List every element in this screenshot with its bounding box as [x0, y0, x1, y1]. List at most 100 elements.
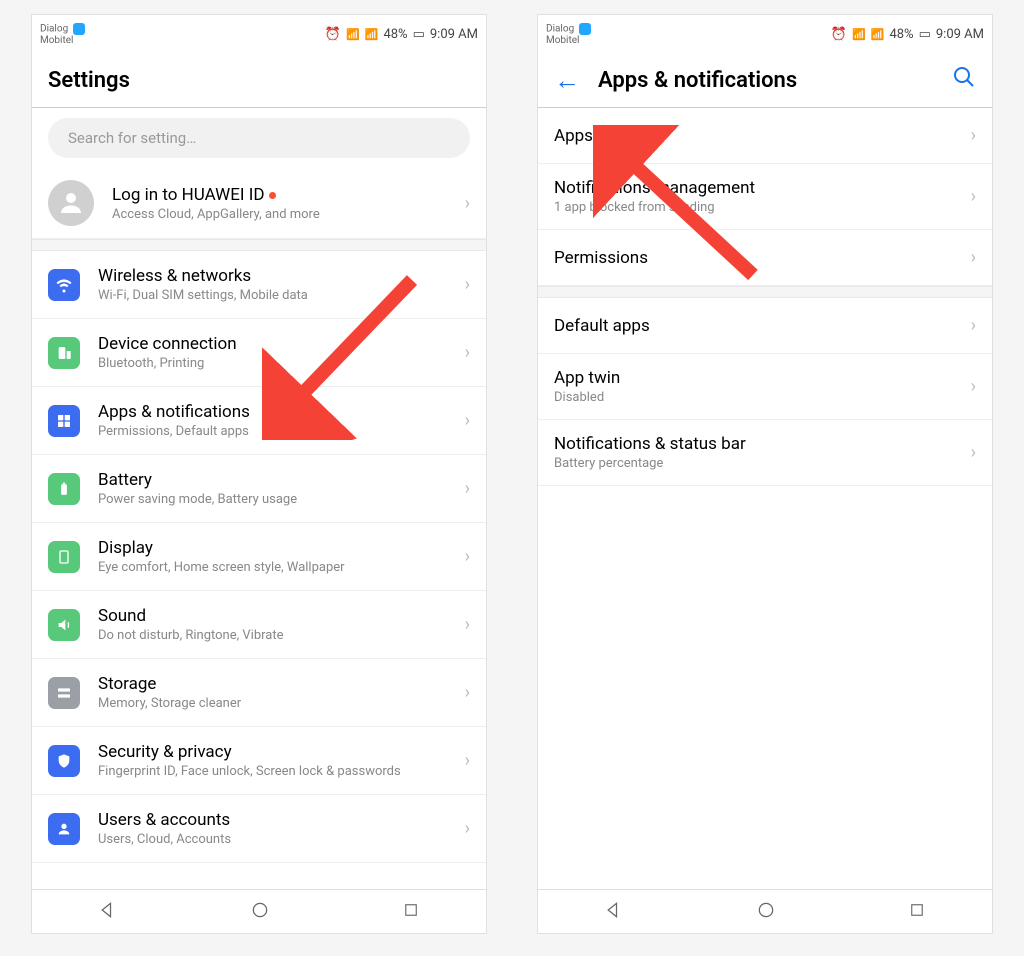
storage-icon: [48, 677, 80, 709]
huawei-id-row[interactable]: Log in to HUAWEI ID Access Cloud, AppGal…: [32, 168, 486, 239]
row-notifications-status-bar[interactable]: Notifications & status bar Battery perce…: [538, 420, 992, 486]
battery-icon: [48, 473, 80, 505]
carrier-1: Dialog: [546, 23, 574, 34]
status-bar: Dialog Mobitel ⏰ 📶 📶 48% ▭ 9:09 AM: [32, 15, 486, 53]
row-sub: Users, Cloud, Accounts: [98, 832, 465, 847]
chevron-right-icon: ›: [465, 478, 470, 499]
row-title: Display: [98, 538, 465, 558]
back-arrow-icon[interactable]: ←: [554, 65, 580, 96]
users-icon: [48, 813, 80, 845]
page-title: Settings: [48, 68, 130, 93]
row-title: Security & privacy: [98, 742, 465, 762]
nav-back-icon[interactable]: [98, 900, 118, 924]
row-title: Apps: [554, 126, 971, 146]
device-icon: [48, 337, 80, 369]
row-sub: Battery percentage: [554, 456, 971, 471]
row-storage[interactable]: Storage Memory, Storage cleaner ›: [32, 659, 486, 727]
row-title: Apps & notifications: [98, 402, 465, 422]
search-input[interactable]: Search for setting…: [48, 118, 470, 158]
row-title: Device connection: [98, 334, 465, 354]
chevron-right-icon: ›: [465, 546, 470, 567]
signal-icon: 📶: [346, 28, 360, 41]
battery-pct: 48%: [889, 27, 913, 42]
row-device-connection[interactable]: Device connection Bluetooth, Printing ›: [32, 319, 486, 387]
carrier-2: Mobitel: [546, 35, 591, 46]
chevron-right-icon: ›: [465, 750, 470, 771]
alarm-icon: ⏰: [325, 27, 341, 42]
sound-icon: [48, 609, 80, 641]
row-title: Battery: [98, 470, 465, 490]
shield-icon: [48, 745, 80, 777]
row-title: App twin: [554, 368, 971, 388]
chevron-right-icon: ›: [465, 193, 470, 214]
row-sub: Do not disturb, Ringtone, Vibrate: [98, 628, 465, 643]
nav-home-icon[interactable]: [250, 900, 270, 924]
chevron-right-icon: ›: [971, 186, 976, 207]
row-permissions[interactable]: Permissions ›: [538, 230, 992, 286]
row-notifications-management[interactable]: Notifications management 1 app blocked f…: [538, 164, 992, 230]
row-title: Sound: [98, 606, 465, 626]
row-sub: Power saving mode, Battery usage: [98, 492, 465, 507]
huawei-id-sub: Access Cloud, AppGallery, and more: [112, 207, 465, 222]
chevron-right-icon: ›: [971, 125, 976, 146]
chevron-right-icon: ›: [971, 247, 976, 268]
search-placeholder: Search for setting…: [68, 129, 196, 147]
status-bar: Dialog Mobitel ⏰ 📶 📶 48% ▭ 9:09 AM: [538, 15, 992, 53]
carrier-1: Dialog: [40, 23, 68, 34]
row-title: Storage: [98, 674, 465, 694]
section-divider: [32, 239, 486, 251]
chevron-right-icon: ›: [971, 442, 976, 463]
notification-indicator-icon: [73, 23, 85, 35]
alarm-icon: ⏰: [831, 27, 847, 42]
chevron-right-icon: ›: [465, 410, 470, 431]
row-title: Users & accounts: [98, 810, 465, 830]
chevron-right-icon: ›: [465, 614, 470, 635]
nav-recent-icon[interactable]: [402, 901, 420, 923]
row-users-accounts[interactable]: Users & accounts Users, Cloud, Accounts …: [32, 795, 486, 863]
nav-bar: [538, 889, 992, 933]
apps-list-group-2: Default apps › App twin Disabled › Notif…: [538, 298, 992, 486]
clock-time: 9:09 AM: [430, 27, 478, 42]
row-sound[interactable]: Sound Do not disturb, Ringtone, Vibrate …: [32, 591, 486, 659]
row-title: Permissions: [554, 248, 971, 268]
row-default-apps[interactable]: Default apps ›: [538, 298, 992, 354]
wifi-icon: [48, 269, 80, 301]
row-sub: Bluetooth, Printing: [98, 356, 465, 371]
chevron-right-icon: ›: [971, 376, 976, 397]
row-sub: Disabled: [554, 390, 971, 405]
row-wireless-networks[interactable]: Wireless & networks Wi-Fi, Dual SIM sett…: [32, 251, 486, 319]
row-title: Default apps: [554, 316, 971, 336]
battery-pct: 48%: [383, 27, 407, 42]
row-apps-notifications[interactable]: Apps & notifications Permissions, Defaul…: [32, 387, 486, 455]
carrier-2: Mobitel: [40, 35, 85, 46]
row-title: Notifications & status bar: [554, 434, 971, 454]
notification-indicator-icon: [579, 23, 591, 35]
row-sub: Fingerprint ID, Face unlock, Screen lock…: [98, 764, 465, 779]
row-display[interactable]: Display Eye comfort, Home screen style, …: [32, 523, 486, 591]
section-divider: [538, 286, 992, 298]
signal-icon-2: 📶: [871, 28, 885, 41]
row-apps[interactable]: Apps ›: [538, 108, 992, 164]
row-app-twin[interactable]: App twin Disabled ›: [538, 354, 992, 420]
signal-icon: 📶: [852, 28, 866, 41]
battery-icon: ▭: [919, 27, 931, 42]
signal-icon-2: 📶: [365, 28, 379, 41]
page-title: Apps & notifications: [598, 68, 797, 93]
row-title: Wireless & networks: [98, 266, 465, 286]
red-dot-icon: [269, 192, 276, 199]
apps-icon: [48, 405, 80, 437]
page-title-bar: Settings: [32, 53, 486, 108]
chevron-right-icon: ›: [971, 315, 976, 336]
page-title-bar: ← Apps & notifications: [538, 53, 992, 108]
search-icon[interactable]: [952, 65, 976, 95]
chevron-right-icon: ›: [465, 342, 470, 363]
phone-right: Dialog Mobitel ⏰ 📶 📶 48% ▭ 9:09 AM ← App…: [537, 14, 993, 934]
nav-home-icon[interactable]: [756, 900, 776, 924]
row-battery[interactable]: Battery Power saving mode, Battery usage…: [32, 455, 486, 523]
row-security-privacy[interactable]: Security & privacy Fingerprint ID, Face …: [32, 727, 486, 795]
nav-back-icon[interactable]: [604, 900, 624, 924]
settings-list: Wireless & networks Wi-Fi, Dual SIM sett…: [32, 251, 486, 863]
chevron-right-icon: ›: [465, 818, 470, 839]
nav-recent-icon[interactable]: [908, 901, 926, 923]
phone-left: Dialog Mobitel ⏰ 📶 📶 48% ▭ 9:09 AM Setti…: [31, 14, 487, 934]
